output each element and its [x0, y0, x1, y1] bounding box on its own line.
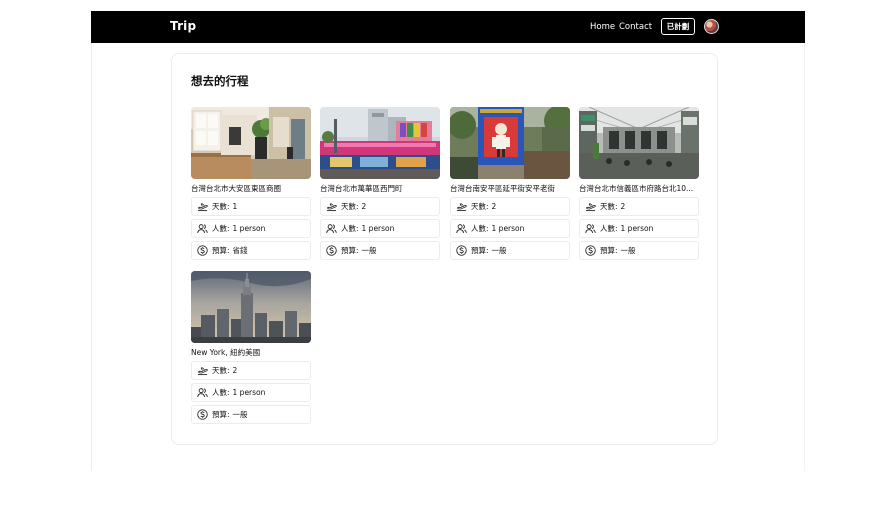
days-value: 2 — [491, 202, 497, 211]
people-value: 1 person — [232, 224, 266, 233]
navbar: Trip Home Contact 已計劃 — [91, 11, 805, 43]
avatar[interactable] — [704, 19, 719, 34]
trip-budget-row: 預算: 省錢 — [191, 241, 311, 260]
plane-takeoff-icon — [326, 201, 337, 212]
trip-card[interactable]: 台灣台南安平區延平街安平老街 天數: 2 人數: 1 person 預算: 一般 — [450, 107, 570, 260]
people-value: 1 person — [361, 224, 395, 233]
nav-home-link[interactable]: Home — [590, 22, 615, 32]
trip-people-row: 人數: 1 person — [191, 219, 311, 238]
people-label: 人數: — [212, 224, 230, 233]
users-icon — [197, 223, 208, 234]
trip-photo — [450, 107, 570, 179]
days-value: 2 — [361, 202, 367, 211]
days-value: 1 — [232, 202, 238, 211]
trip-location: 台灣台北市大安區東區商圈 — [191, 184, 281, 193]
people-label: 人數: — [600, 224, 618, 233]
trip-location: New York, 紐約美國 — [191, 348, 261, 357]
budget-value: 省錢 — [232, 246, 248, 255]
trip-days-row: 天數: 1 — [191, 197, 311, 216]
trip-days-row: 天數: 2 — [191, 361, 311, 380]
trip-people-row: 人數: 1 person — [191, 383, 311, 402]
trip-card[interactable]: New York, 紐約美國 天數: 2 人數: 1 person 預算: 一般 — [191, 271, 311, 424]
days-value: 2 — [232, 366, 238, 375]
days-label: 天數: — [471, 202, 489, 211]
trip-days-row: 天數: 2 — [450, 197, 570, 216]
dollar-circle-icon — [456, 245, 467, 256]
trip-location: 台灣台北市信義區市府路台北10... — [579, 184, 694, 193]
wishlist-card: 想去的行程 台灣台北市大安區東區商圈 天數: 1 人數: 1 person 預算… — [171, 53, 718, 445]
users-icon — [326, 223, 337, 234]
people-value: 1 person — [620, 224, 654, 233]
trip-budget-row: 預算: 一般 — [191, 405, 311, 424]
page-title: 想去的行程 — [191, 74, 249, 88]
days-label: 天數: — [600, 202, 618, 211]
budget-label: 預算: — [212, 246, 230, 255]
dollar-circle-icon — [197, 245, 208, 256]
trip-photo — [579, 107, 699, 179]
budget-value: 一般 — [491, 246, 507, 255]
nav-contact-link[interactable]: Contact — [619, 22, 652, 32]
trip-card[interactable]: 台灣台北市萬華區西門町 天數: 2 人數: 1 person 預算: 一般 — [320, 107, 440, 260]
trip-budget-row: 預算: 一般 — [450, 241, 570, 260]
trip-people-row: 人數: 1 person — [450, 219, 570, 238]
budget-value: 一般 — [232, 410, 248, 419]
trip-photo — [191, 271, 311, 343]
trip-photo — [191, 107, 311, 179]
budget-label: 預算: — [600, 246, 618, 255]
people-label: 人數: — [471, 224, 489, 233]
budget-label: 預算: — [341, 246, 359, 255]
trip-card[interactable]: 台灣台北市信義區市府路台北10... 天數: 2 人數: 1 person 預算… — [579, 107, 699, 260]
trip-people-row: 人數: 1 person — [320, 219, 440, 238]
trip-location: 台灣台南安平區延平街安平老街 — [450, 184, 555, 193]
users-icon — [585, 223, 596, 234]
trip-photo — [320, 107, 440, 179]
dollar-circle-icon — [197, 409, 208, 420]
trip-days-row: 天數: 2 — [579, 197, 699, 216]
days-label: 天數: — [212, 366, 230, 375]
planned-button[interactable]: 已計劃 — [661, 18, 695, 35]
trip-days-row: 天數: 2 — [320, 197, 440, 216]
users-icon — [197, 387, 208, 398]
trip-location: 台灣台北市萬華區西門町 — [320, 184, 403, 193]
trip-people-row: 人數: 1 person — [579, 219, 699, 238]
budget-value: 一般 — [361, 246, 377, 255]
trip-budget-row: 預算: 一般 — [579, 241, 699, 260]
days-value: 2 — [620, 202, 626, 211]
users-icon — [456, 223, 467, 234]
dollar-circle-icon — [585, 245, 596, 256]
people-label: 人數: — [341, 224, 359, 233]
budget-label: 預算: — [212, 410, 230, 419]
trip-budget-row: 預算: 一般 — [320, 241, 440, 260]
trip-card[interactable]: 台灣台北市大安區東區商圈 天數: 1 人數: 1 person 預算: 省錢 — [191, 107, 311, 260]
budget-value: 一般 — [620, 246, 636, 255]
brand-logo[interactable]: Trip — [170, 19, 196, 33]
days-label: 天數: — [341, 202, 359, 211]
people-label: 人數: — [212, 388, 230, 397]
people-value: 1 person — [232, 388, 266, 397]
days-label: 天數: — [212, 202, 230, 211]
plane-takeoff-icon — [585, 201, 596, 212]
plane-takeoff-icon — [197, 201, 208, 212]
plane-takeoff-icon — [197, 365, 208, 376]
plane-takeoff-icon — [456, 201, 467, 212]
people-value: 1 person — [491, 224, 525, 233]
budget-label: 預算: — [471, 246, 489, 255]
dollar-circle-icon — [326, 245, 337, 256]
